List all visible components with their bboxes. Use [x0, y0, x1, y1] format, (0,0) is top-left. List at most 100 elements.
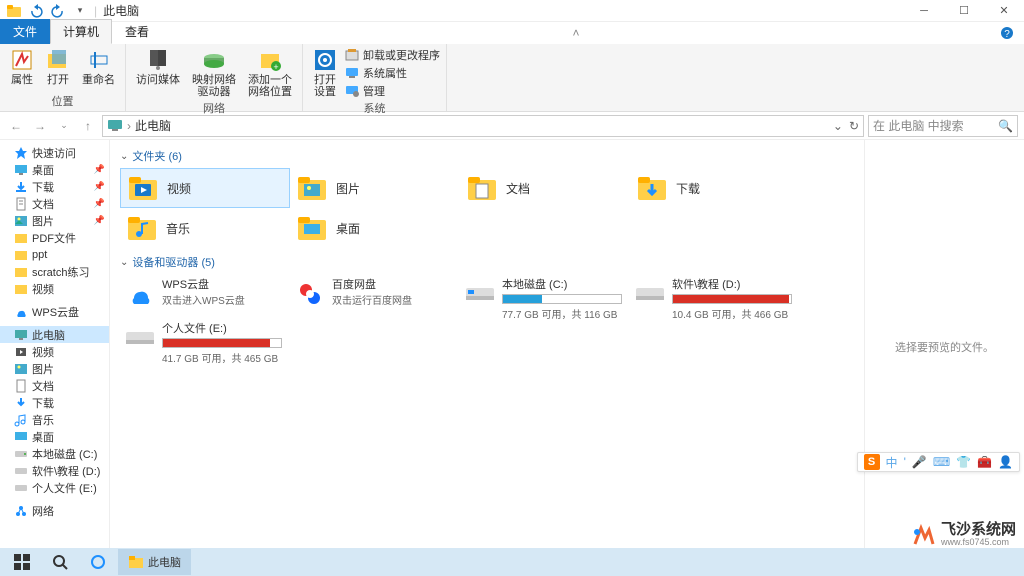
close-button[interactable]: ✕: [984, 0, 1024, 22]
preview-hint: 选择要预览的文件。: [895, 339, 994, 355]
ime-toolbar[interactable]: S 中 ' 🎤 ⌨ 👕 🧰 👤: [857, 452, 1020, 472]
nav-drive-c[interactable]: 本地磁盘 (C:): [0, 445, 109, 462]
breadcrumb-this-pc[interactable]: 此电脑: [135, 117, 171, 134]
dropdown-icon[interactable]: ▾: [72, 3, 88, 19]
explorer-icon: [6, 3, 22, 19]
nav-wps-cloud[interactable]: WPS云盘: [0, 303, 109, 320]
taskbar: 此电脑: [0, 548, 1024, 576]
this-pc-icon: [107, 118, 123, 134]
nav-documents[interactable]: 文档📌: [0, 195, 109, 212]
pin-icon: 📌: [94, 198, 105, 209]
drive-d[interactable]: 软件\教程 (D:)10.4 GB 可用，共 466 GB: [630, 274, 800, 318]
cortana-button[interactable]: [80, 549, 116, 575]
nav-documents2[interactable]: 文档: [0, 377, 109, 394]
nav-this-pc[interactable]: 此电脑: [0, 326, 109, 343]
tab-computer[interactable]: 计算机: [50, 19, 112, 44]
map-drive-button[interactable]: 映射网络 驱动器: [188, 46, 240, 100]
chevron-up-icon[interactable]: ˄: [565, 22, 587, 44]
window-title: 此电脑: [103, 2, 139, 19]
nav-desktop[interactable]: 桌面📌: [0, 161, 109, 178]
forward-button[interactable]: →: [30, 116, 50, 136]
access-media-button[interactable]: 访问媒体: [132, 46, 184, 100]
nav-quick-access[interactable]: 快速访问: [0, 144, 109, 161]
tab-file[interactable]: 文件: [0, 19, 50, 44]
pin-icon: 📌: [94, 215, 105, 226]
address-bar[interactable]: › 此电脑 ⌄↻: [102, 115, 864, 137]
search-input[interactable]: 在 此电脑 中搜索 🔍: [868, 115, 1018, 137]
properties-button[interactable]: 属性: [6, 46, 38, 93]
folder-music[interactable]: 音乐: [120, 208, 290, 248]
folder-pictures[interactable]: 图片: [290, 168, 460, 208]
section-folders[interactable]: 文件夹 (6): [120, 148, 854, 164]
drive-e[interactable]: 个人文件 (E:)41.7 GB 可用，共 465 GB: [120, 318, 290, 362]
sogou-icon[interactable]: S: [864, 454, 880, 470]
recent-dropdown[interactable]: ⌄: [54, 116, 74, 136]
folder-desktop[interactable]: 桌面: [290, 208, 460, 248]
capacity-bar: [162, 338, 282, 348]
watermark: 飞沙系统网www.fs0745.com: [911, 524, 1016, 548]
drive-baidu[interactable]: 百度网盘双击运行百度网盘: [290, 274, 460, 318]
taskbar-explorer[interactable]: 此电脑: [118, 549, 191, 575]
nav-videos-folder[interactable]: 视频: [0, 280, 109, 297]
undo-icon[interactable]: [28, 3, 44, 19]
ime-user-icon[interactable]: 👤: [998, 455, 1013, 469]
nav-videos[interactable]: 视频: [0, 343, 109, 360]
nav-network[interactable]: 网络: [0, 502, 109, 519]
open-button[interactable]: 打开: [42, 46, 74, 93]
system-properties-button[interactable]: 系统属性: [345, 65, 440, 81]
nav-drive-e[interactable]: 个人文件 (E:): [0, 479, 109, 496]
folder-documents[interactable]: 文档: [460, 168, 630, 208]
maximize-button[interactable]: ☐: [944, 0, 984, 22]
nav-pictures2[interactable]: 图片: [0, 360, 109, 377]
redo-icon[interactable]: [50, 3, 66, 19]
address-bar-row: ← → ⌄ ↑ › 此电脑 ⌄↻ 在 此电脑 中搜索 🔍: [0, 112, 1024, 140]
ime-punct-icon[interactable]: ': [904, 455, 906, 469]
preview-pane: 选择要预览的文件。: [864, 140, 1024, 554]
start-button[interactable]: [4, 549, 40, 575]
window-buttons: ─ ☐ ✕: [904, 0, 1024, 22]
uninstall-programs-button[interactable]: 卸载或更改程序: [345, 47, 440, 63]
manage-button[interactable]: 管理: [345, 83, 440, 99]
nav-pictures[interactable]: 图片📌: [0, 212, 109, 229]
navigation-pane: 快速访问 桌面📌 下载📌 文档📌 图片📌 PDF文件 ppt scratch练习…: [0, 140, 110, 554]
nav-downloads2[interactable]: 下载: [0, 394, 109, 411]
nav-downloads[interactable]: 下载📌: [0, 178, 109, 195]
nav-music[interactable]: 音乐: [0, 411, 109, 428]
folder-videos[interactable]: 视频: [120, 168, 290, 208]
content-pane: 文件夹 (6) 视频 图片 文档 下载 音乐: [110, 140, 864, 554]
nav-drive-d[interactable]: 软件\教程 (D:): [0, 462, 109, 479]
refresh-icon[interactable]: ↻: [849, 119, 859, 133]
nav-scratch-folder[interactable]: scratch练习: [0, 263, 109, 280]
breadcrumb-dropdown-icon[interactable]: ⌄: [833, 119, 843, 133]
search-button[interactable]: [42, 549, 78, 575]
svg-text:+: +: [273, 62, 278, 72]
ime-skin-icon[interactable]: 👕: [956, 455, 971, 469]
quick-access-toolbar: ▾ |: [0, 3, 97, 19]
ribbon-group-location: 属性 打开 重命名 位置: [0, 44, 126, 111]
search-placeholder: 在 此电脑 中搜索: [873, 117, 964, 134]
ribbon-group-network: 访问媒体 映射网络 驱动器 + 添加一个 网络位置 网络: [126, 44, 303, 111]
nav-ppt-folder[interactable]: ppt: [0, 246, 109, 263]
section-drives[interactable]: 设备和驱动器 (5): [120, 254, 854, 270]
main-area: 快速访问 桌面📌 下载📌 文档📌 图片📌 PDF文件 ppt scratch练习…: [0, 140, 1024, 554]
ime-toolbox-icon[interactable]: 🧰: [977, 455, 992, 469]
up-button[interactable]: ↑: [78, 116, 98, 136]
ime-lang[interactable]: 中: [886, 454, 898, 471]
ribbon: 属性 打开 重命名 位置 访问媒体 映射网络 驱动器 +: [0, 44, 1024, 112]
nav-desktop2[interactable]: 桌面: [0, 428, 109, 445]
nav-pdf-folder[interactable]: PDF文件: [0, 229, 109, 246]
ime-mic-icon[interactable]: 🎤: [912, 455, 927, 469]
minimize-button[interactable]: ─: [904, 0, 944, 22]
watermark-logo: [911, 524, 935, 548]
add-network-location-button[interactable]: + 添加一个 网络位置: [244, 46, 296, 100]
folder-downloads[interactable]: 下载: [630, 168, 800, 208]
help-icon[interactable]: ?: [996, 22, 1018, 44]
drive-wps-cloud[interactable]: WPS云盘双击进入WPS云盘: [120, 274, 290, 318]
back-button[interactable]: ←: [6, 116, 26, 136]
rename-button[interactable]: 重命名: [78, 46, 119, 93]
tab-view[interactable]: 查看: [112, 19, 162, 44]
pin-icon: 📌: [94, 164, 105, 175]
drive-c[interactable]: 本地磁盘 (C:)77.7 GB 可用，共 116 GB: [460, 274, 630, 318]
open-settings-button[interactable]: 打开 设置: [309, 46, 341, 100]
ime-keyboard-icon[interactable]: ⌨: [933, 455, 950, 469]
